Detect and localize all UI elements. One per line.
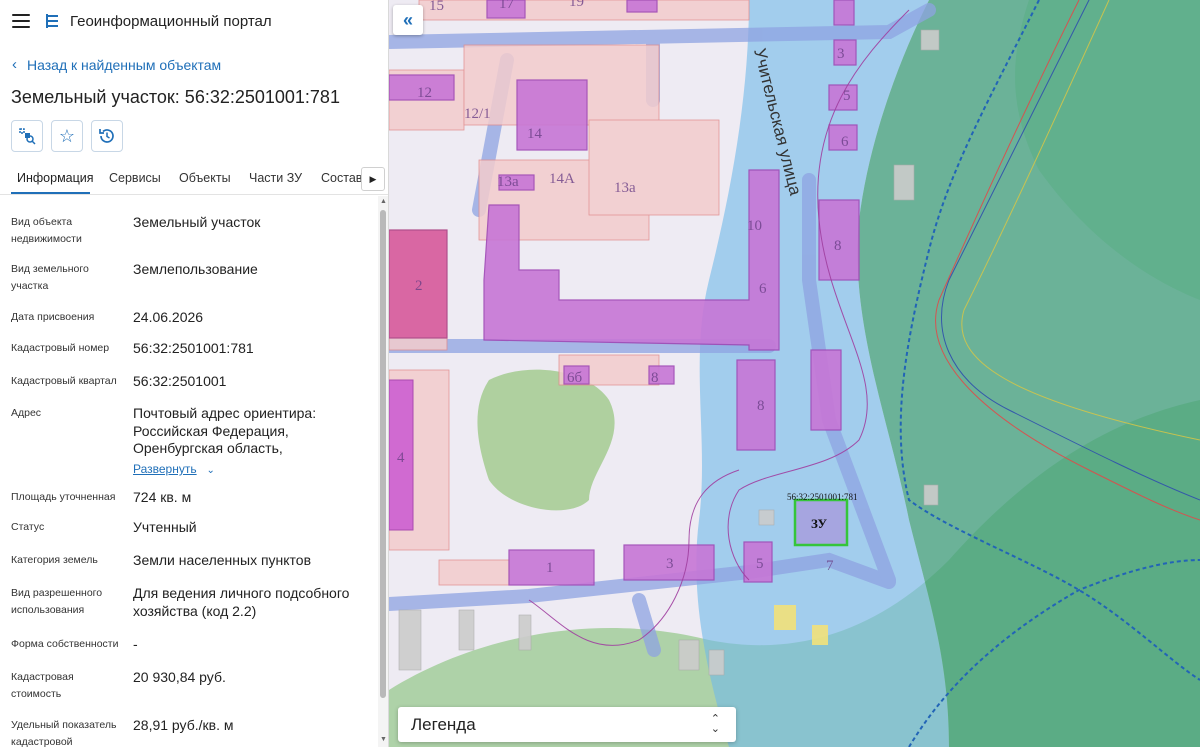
back-link-label: Назад к найденным объектам [27, 56, 222, 73]
scrollbar-thumb[interactable] [380, 210, 386, 698]
property-value: 28,91 руб./кв. м [133, 717, 234, 733]
property-label: Площадь уточненная [11, 491, 116, 503]
property-label: Статус [11, 521, 45, 533]
back-link[interactable]: ‹ Назад к найденным объектам [12, 56, 221, 73]
svg-text:3: 3 [666, 556, 674, 572]
favorite-button[interactable]: ☆ [51, 120, 83, 152]
info-panel: Геоинформационный портал ‹ Назад к найде… [0, 0, 389, 747]
tab-composition[interactable]: Состав [321, 171, 362, 185]
svg-text:7: 7 [826, 558, 834, 574]
history-button[interactable] [91, 120, 123, 152]
property-value: Землепользование [133, 261, 258, 277]
property-label: Форма собственности [11, 638, 119, 650]
property-label: Вид объекта недвижимости [11, 216, 82, 245]
scrollbar[interactable]: ▲ ▼ [378, 196, 388, 747]
property-value: Земельный участок [133, 214, 261, 230]
tab-parcel-parts[interactable]: Части ЗУ [249, 171, 302, 185]
page-title: Земельный участок: 56:32:2501001:781 [11, 87, 340, 107]
property-label: Адрес [11, 407, 42, 419]
property-value: 56:32:2501001:781 [133, 340, 254, 356]
svg-text:14: 14 [527, 126, 543, 142]
svg-text:5: 5 [843, 88, 851, 104]
svg-text:14А: 14А [549, 171, 575, 187]
property-label: Дата присвоения [11, 311, 95, 323]
parcel-code-label: ЗУ [811, 516, 828, 531]
property-value: 20 930,84 руб. [133, 669, 226, 685]
locate-on-map-button[interactable] [11, 120, 43, 152]
star-icon: ☆ [58, 125, 76, 146]
app-title: Геоинформационный портал [70, 12, 272, 30]
svg-text:6: 6 [841, 134, 849, 150]
svg-text:13а: 13а [497, 174, 519, 190]
svg-text:2: 2 [415, 278, 423, 294]
menu-icon[interactable] [12, 14, 30, 28]
property-list: Вид объекта недвижимости Земельный участ… [0, 196, 378, 747]
svg-text:10: 10 [747, 218, 762, 234]
svg-text:13а: 13а [614, 180, 636, 196]
map-canvas[interactable]: 15 17 19 1212/114 13а 14А13а 356 1086 824 6… [389, 0, 1200, 747]
svg-text:8: 8 [834, 238, 842, 254]
property-value: Земли населенных пунктов [133, 552, 312, 568]
expand-collapse-icon: ⌃ ⌄ [710, 713, 720, 735]
legend-dropdown[interactable]: Легенда ⌃ ⌄ [398, 707, 736, 742]
locate-icon [19, 128, 36, 145]
double-chevron-left-icon: « [402, 9, 413, 30]
property-label: Кадастровая стоимость [11, 671, 74, 700]
tabs-scroll-right-button[interactable]: ▶ [361, 167, 385, 191]
tab-objects[interactable]: Объекты [179, 171, 231, 185]
svg-text:5: 5 [756, 556, 764, 572]
expand-label: Развернуть [133, 462, 197, 476]
collapse-panel-button[interactable]: « [393, 5, 423, 35]
property-value: 56:32:2501001 [133, 373, 227, 389]
property-label: Кадастровый номер [11, 342, 110, 354]
svg-text:8: 8 [757, 398, 765, 414]
active-tab-indicator [11, 192, 90, 194]
svg-text:3: 3 [837, 46, 845, 62]
tab-information[interactable]: Информация [17, 171, 94, 185]
property-value: Учтенный [133, 519, 197, 535]
svg-text:12/1: 12/1 [464, 106, 491, 122]
caret-right-icon: ▶ [369, 173, 377, 184]
chevron-left-icon: ‹ [12, 56, 17, 73]
tab-bar: Информация Сервисы Объекты Части ЗУ Сост… [0, 163, 388, 195]
expand-address-link[interactable]: Развернуть ⌄ [133, 460, 363, 480]
chevron-down-icon: ⌄ [206, 465, 215, 476]
property-value: 724 кв. м [133, 489, 192, 505]
property-label: Вид разрешенного использования [11, 587, 103, 616]
property-label: Удельный показатель кадастровой [11, 719, 117, 747]
property-value: - [133, 636, 138, 652]
portal-logo-icon [46, 14, 58, 28]
svg-text:12: 12 [417, 85, 432, 101]
legend-label: Легенда [411, 714, 476, 734]
scroll-down-icon[interactable]: ▼ [380, 736, 387, 743]
property-value: Для ведения личного подсобного хозяйства… [133, 585, 350, 619]
svg-text:19: 19 [569, 0, 584, 10]
svg-text:4: 4 [397, 450, 405, 466]
history-icon [99, 129, 114, 143]
svg-text:6: 6 [759, 281, 767, 297]
svg-text:1: 1 [546, 560, 554, 576]
property-value: 24.06.2026 [133, 309, 204, 325]
scroll-up-icon[interactable]: ▲ [380, 198, 387, 205]
property-label: Вид земельного участка [11, 263, 89, 292]
tab-services[interactable]: Сервисы [109, 171, 161, 185]
property-label: Кадастровый квартал [11, 375, 117, 387]
svg-text:17: 17 [499, 0, 515, 12]
map-view[interactable]: 15 17 19 12 12/1 14 13а 14А 13а 356 10 8 6 824 6… [389, 0, 1200, 747]
property-label: Категория земель [11, 554, 98, 566]
svg-text:8: 8 [651, 370, 659, 386]
app-header: Геоинформационный портал [0, 0, 388, 42]
svg-text:15: 15 [429, 0, 444, 14]
property-value: Почтовый адрес ориентира: Российская Фед… [133, 405, 317, 456]
svg-text:6б: 6б [567, 370, 583, 386]
parcel-number-label: 56:32:2501001:781 [787, 492, 858, 502]
